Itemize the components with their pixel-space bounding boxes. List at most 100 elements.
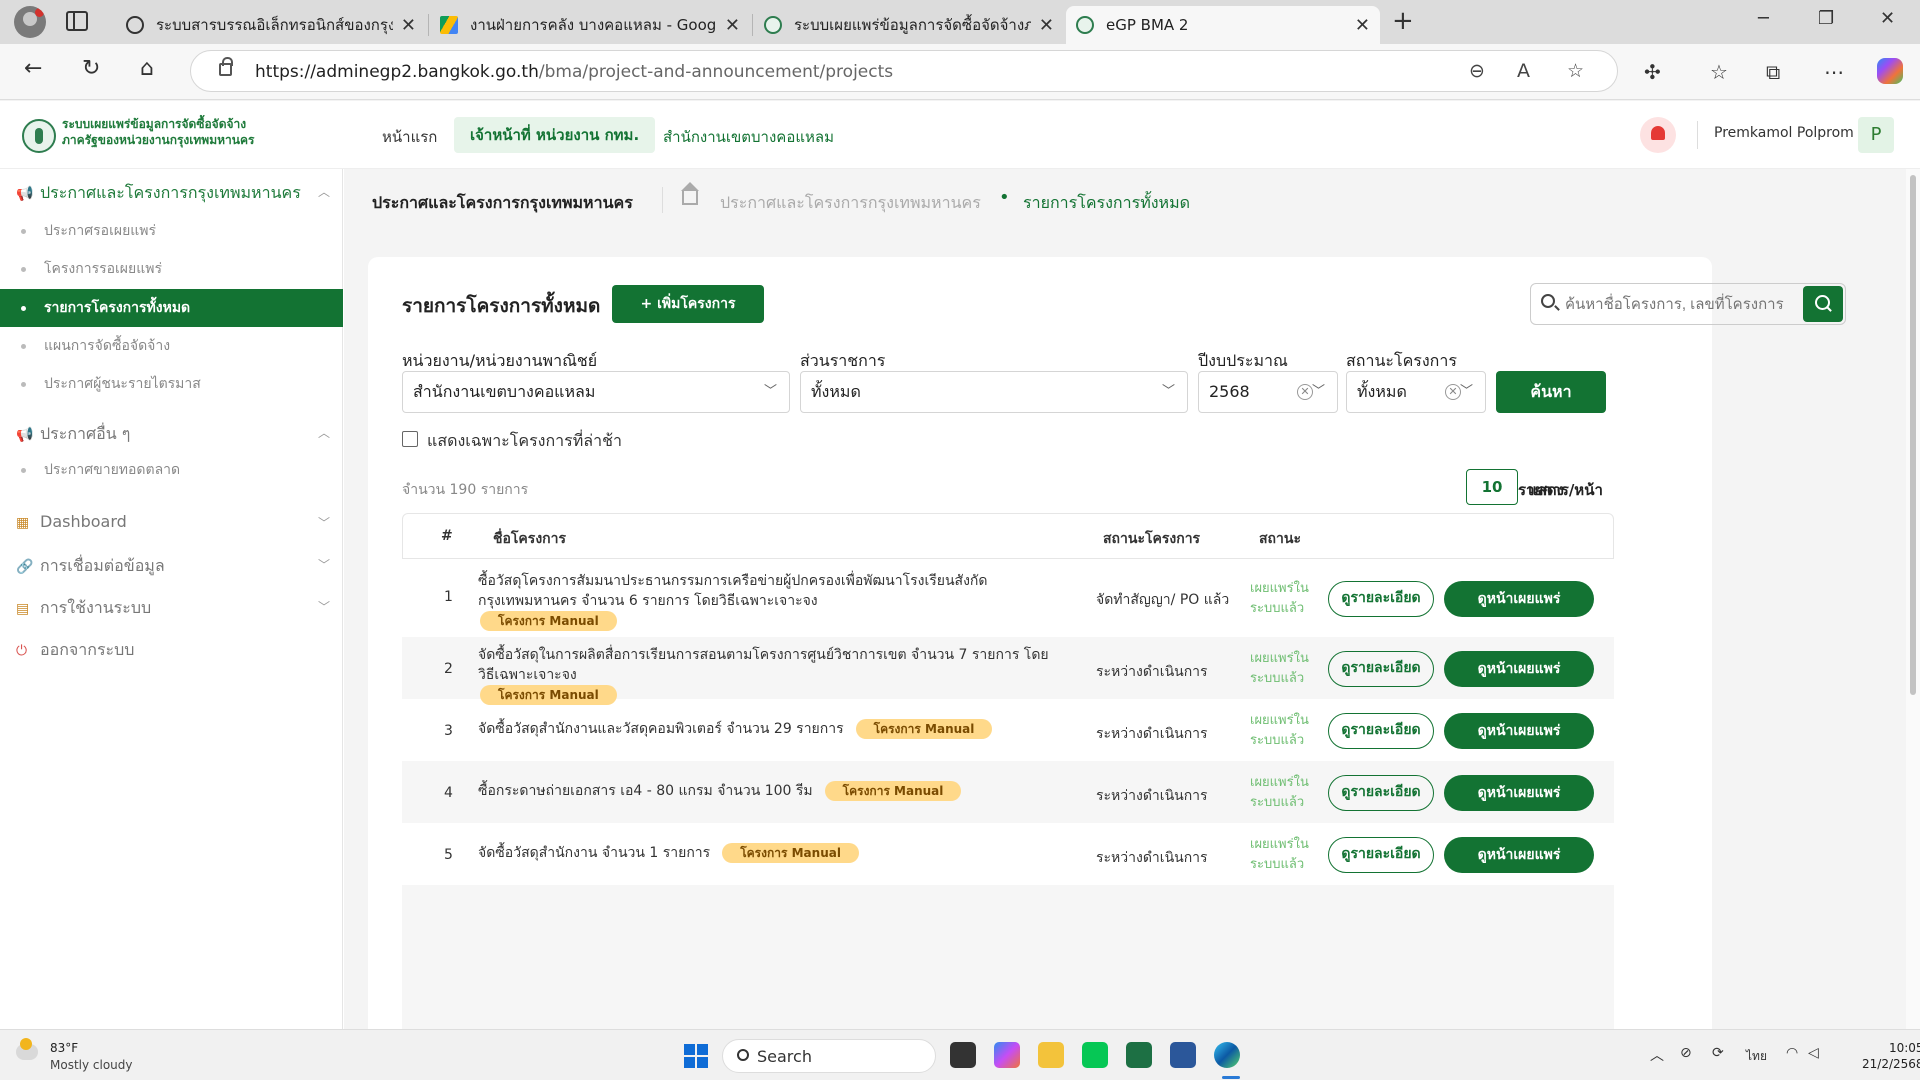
search-input[interactable] (1565, 292, 1797, 316)
task-view-icon[interactable] (950, 1042, 976, 1068)
windows-start-icon[interactable] (684, 1044, 708, 1068)
late-only-label[interactable]: แสดงเฉพาะโครงการที่ล่าช้า (427, 429, 622, 454)
taskbar-search[interactable]: Search (722, 1039, 936, 1073)
site-logo-text[interactable]: ระบบเผยแพร่ข้อมูลการจัดซื้อจัดจ้าง ภาครั… (62, 116, 254, 148)
late-only-checkbox[interactable] (402, 431, 418, 447)
sidebar-item-pending-announcements[interactable]: ประกาศรอเผยแพร่ (0, 212, 343, 250)
chevron-down-icon[interactable]: ﹀ (318, 556, 330, 573)
restore-icon[interactable]: ❐ (1818, 8, 1834, 29)
view-detail-button[interactable]: ดูรายละเอียด (1328, 581, 1434, 617)
excel-icon[interactable] (1126, 1042, 1152, 1068)
favorites-icon[interactable]: ☆ (1710, 60, 1728, 84)
home-icon[interactable] (681, 182, 699, 205)
sidebar-item-pending-projects[interactable]: โครงการรอเผยแพร่ (0, 250, 343, 288)
word-icon[interactable] (1170, 1042, 1196, 1068)
view-detail-button[interactable]: ดูรายละเอียด (1328, 837, 1434, 873)
close-window-icon[interactable]: ✕ (1880, 8, 1895, 29)
minimize-icon[interactable]: ─ (1758, 8, 1769, 29)
close-icon[interactable]: ✕ (1355, 15, 1370, 36)
extensions-icon[interactable]: ✣ (1644, 60, 1661, 84)
copilot-app-icon[interactable] (994, 1042, 1020, 1068)
year-select[interactable]: 2568 ✕ ﹀ (1198, 371, 1338, 413)
agency-select[interactable]: สำนักงานเขตบางคอแหลม ﹀ (402, 371, 790, 413)
close-icon[interactable]: ✕ (1039, 15, 1054, 36)
page-size-input[interactable]: 10 (1466, 469, 1518, 505)
vpn-icon[interactable]: ⊘ (1680, 1045, 1692, 1061)
copilot-icon[interactable] (1877, 58, 1903, 84)
weather-description[interactable]: Mostly cloudy (50, 1058, 133, 1072)
close-icon[interactable]: ✕ (401, 15, 416, 36)
nav-home-link[interactable]: หน้าแรก (382, 125, 437, 149)
browser-tab-4-active[interactable]: eGP BMA 2 ✕ (1066, 6, 1380, 44)
project-name[interactable]: จัดซื้อวัสดุในการผลิตสื่อการเรียนการสอนต… (478, 647, 1049, 683)
tab-actions-icon[interactable] (66, 11, 88, 31)
project-name[interactable]: จัดซื้อวัสดุสำนักงาน จำนวน 1 รายการ (478, 845, 710, 861)
view-public-page-button[interactable]: ดูหน้าเผยแพร่ (1444, 581, 1594, 617)
chevron-up-icon[interactable]: ︿ (318, 183, 330, 200)
browser-tab-3[interactable]: ระบบเผยแพร่ข้อมูลการจัดซื้อจัดจ้างภาค ✕ (754, 6, 1064, 44)
wifi-icon[interactable]: ◠ (1786, 1045, 1798, 1061)
chevron-down-icon[interactable]: ﹀ (318, 514, 330, 531)
clear-icon[interactable]: ✕ (1297, 384, 1313, 400)
chevron-up-icon[interactable]: ︿ (318, 424, 330, 441)
refresh-icon[interactable]: ↻ (82, 56, 100, 81)
chevron-down-icon[interactable]: ﹀ (318, 598, 330, 615)
back-icon[interactable]: ← (24, 56, 42, 81)
weather-temperature[interactable]: 83°F (50, 1041, 78, 1055)
sync-icon[interactable]: ⟳ (1712, 1045, 1724, 1061)
sidebar-item-system-usage[interactable]: ▤ การใช้งานระบบ (16, 596, 151, 621)
project-name[interactable]: จัดซื้อวัสดุสำนักงานและวัสดุคอมพิวเตอร์ … (478, 721, 844, 737)
sidebar-group-other-announcements[interactable]: 📢 ประกาศอื่น ๆ (16, 422, 130, 447)
project-name[interactable]: ซื้อกระดาษถ่ายเอกสาร เอ4 - 80 แกรม จำนวน… (478, 783, 813, 799)
sidebar-item-procurement-plan[interactable]: แผนการจัดซื้อจัดจ้าง (0, 327, 343, 365)
zoom-out-icon[interactable]: ⊖ (1469, 60, 1485, 82)
lock-icon[interactable] (219, 57, 233, 76)
view-detail-button[interactable]: ดูรายละเอียด (1328, 775, 1434, 811)
url-text[interactable]: https://adminegp2.bangkok.go.th/bma/proj… (255, 62, 893, 82)
view-public-page-button[interactable]: ดูหน้าเผยแพร่ (1444, 651, 1594, 687)
user-name[interactable]: Premkamol Polprom (1714, 125, 1854, 141)
browser-tab-2[interactable]: งานฝ่ายการคลัง บางคอแหลม - Google ✕ (430, 6, 750, 44)
view-public-page-button[interactable]: ดูหน้าเผยแพร่ (1444, 713, 1594, 749)
nav-office-link[interactable]: สำนักงานเขตบางคอแหลม (663, 125, 834, 149)
view-public-page-button[interactable]: ดูหน้าเผยแพร่ (1444, 837, 1594, 873)
status-select[interactable]: ทั้งหมด ✕ ﹀ (1346, 371, 1486, 413)
nav-officer-tab[interactable]: เจ้าหน้าที่ หน่วยงาน กทม. (454, 117, 656, 153)
sidebar-item-logout[interactable]: ⏻ ออกจากระบบ (16, 638, 134, 663)
favorite-star-icon[interactable]: ☆ (1567, 60, 1584, 82)
sidebar-item-data-connection[interactable]: 🔗 การเชื่อมต่อข้อมูล (16, 554, 165, 579)
search-button[interactable] (1803, 286, 1843, 322)
input-language[interactable]: ไทย (1746, 1047, 1767, 1066)
view-detail-button[interactable]: ดูรายละเอียด (1328, 713, 1434, 749)
more-menu-icon[interactable]: ⋯ (1824, 60, 1844, 84)
division-select[interactable]: ทั้งหมด ﹀ (800, 371, 1188, 413)
project-search[interactable] (1530, 283, 1846, 325)
line-app-icon[interactable] (1082, 1042, 1108, 1068)
sidebar-item-all-projects[interactable]: รายการโครงการทั้งหมด (0, 289, 343, 327)
home-icon[interactable]: ⌂ (140, 56, 154, 81)
browser-tab-1[interactable]: ระบบสารบรรณอิเล็กทรอนิกส์ของกรุงเทพ ✕ (116, 6, 426, 44)
sidebar-group-announcements[interactable]: 📢 ประกาศและโครงการกรุงเทพมหานคร (16, 181, 301, 206)
new-tab-icon[interactable]: + (1392, 6, 1414, 36)
page-scrollbar[interactable] (1906, 169, 1920, 1029)
read-aloud-icon[interactable]: A (1517, 60, 1530, 82)
collections-icon[interactable]: ⧉ (1766, 60, 1780, 84)
weather-cloud-icon[interactable] (16, 1038, 38, 1060)
bell-icon[interactable] (1640, 117, 1676, 153)
url-bar[interactable]: https://adminegp2.bangkok.go.th/bma/proj… (190, 50, 1618, 92)
sidebar-item-dashboard[interactable]: ▦ Dashboard (16, 512, 127, 531)
find-button[interactable]: ค้นหา (1496, 371, 1606, 413)
edge-browser-icon[interactable] (1214, 1042, 1240, 1068)
close-icon[interactable]: ✕ (725, 15, 740, 36)
scrollbar-thumb[interactable] (1910, 175, 1916, 695)
sidebar-item-auction[interactable]: ประกาศขายทอดตลาด (0, 451, 343, 489)
sidebar-item-quarterly-winners[interactable]: ประกาศผู้ชนะรายไตรมาส (0, 365, 343, 403)
clear-icon[interactable]: ✕ (1445, 384, 1461, 400)
view-public-page-button[interactable]: ดูหน้าเผยแพร่ (1444, 775, 1594, 811)
profile-icon[interactable] (14, 6, 46, 38)
chevron-up-icon[interactable]: ︿ (1650, 1045, 1664, 1065)
project-name[interactable]: ซื้อวัสดุโครงการสัมมนาประธานกรรมการเครือ… (478, 573, 987, 609)
add-project-button[interactable]: + เพิ่มโครงการ (612, 285, 764, 323)
bma-logo-icon[interactable] (22, 119, 56, 153)
file-explorer-icon[interactable] (1038, 1042, 1064, 1068)
